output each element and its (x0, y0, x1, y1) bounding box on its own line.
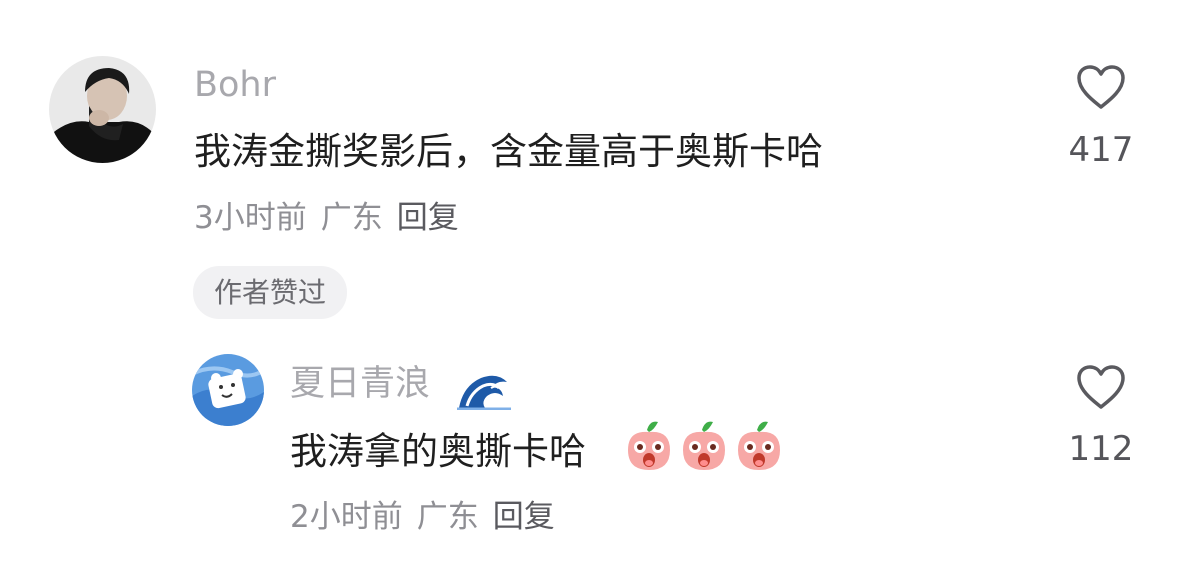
peach-emoji (628, 421, 670, 470)
avatar[interactable] (49, 56, 156, 163)
avatar-photo (192, 354, 264, 426)
peach-emoji (683, 421, 725, 470)
comment-meta: 2小时前 广东 回复 (290, 502, 569, 533)
like-count: 417 (1068, 130, 1134, 170)
comment-meta: 3小时前 广东 回复 (194, 203, 473, 234)
peach-emoji (738, 421, 780, 470)
like-count: 112 (1068, 429, 1134, 469)
comment-location: 广东 (320, 200, 383, 236)
reply-button[interactable]: 回复 (397, 200, 459, 236)
author-liked-badge: 作者赞过 (193, 266, 347, 319)
comment-username[interactable]: Bohr (194, 68, 276, 103)
wave-icon (457, 375, 511, 410)
comment-text[interactable]: 我涛拿的奥撕卡哈 (290, 433, 586, 470)
comment-time: 2小时前 (290, 499, 403, 535)
reply-button[interactable]: 回复 (493, 499, 555, 535)
comment-time: 3小时前 (194, 200, 307, 236)
avatar[interactable] (192, 354, 264, 426)
comment-location: 广东 (416, 499, 479, 535)
heart-outline-icon[interactable] (1075, 363, 1127, 411)
comment-username[interactable]: 夏日青浪 (290, 367, 430, 402)
emoji-row (624, 420, 784, 472)
heart-outline-icon[interactable] (1075, 63, 1127, 111)
avatar-photo (49, 56, 156, 163)
comment-text[interactable]: 我涛金撕奖影后，含金量高于奥斯卡哈 (194, 133, 823, 170)
